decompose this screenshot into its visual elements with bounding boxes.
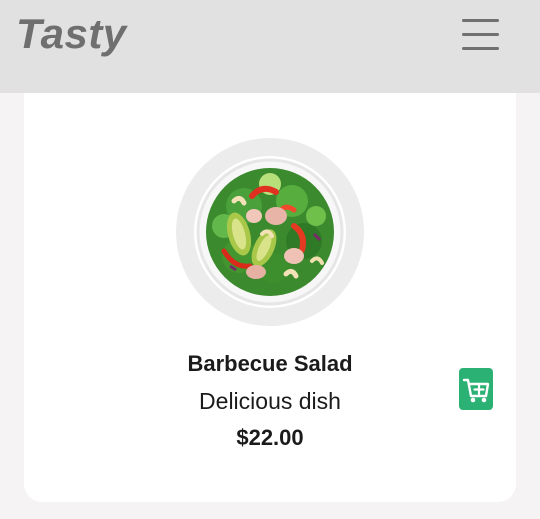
add-to-cart-button[interactable]	[459, 368, 493, 410]
app-header: Tasty	[0, 0, 540, 93]
dish-price: $22.00	[236, 425, 304, 450]
dish-name: Barbecue Salad	[187, 351, 353, 376]
logo-text[interactable]: Tasty	[16, 10, 127, 58]
salad-illustration	[196, 158, 344, 306]
add-to-cart-icon	[462, 378, 490, 403]
dish-description: Delicious dish	[199, 388, 341, 414]
dish-plate	[176, 138, 364, 326]
menu-button[interactable]	[458, 16, 504, 54]
product-card[interactable]: Barbecue Salad Delicious dish $22.00	[24, 93, 516, 502]
salad-bowl-image	[194, 156, 346, 308]
